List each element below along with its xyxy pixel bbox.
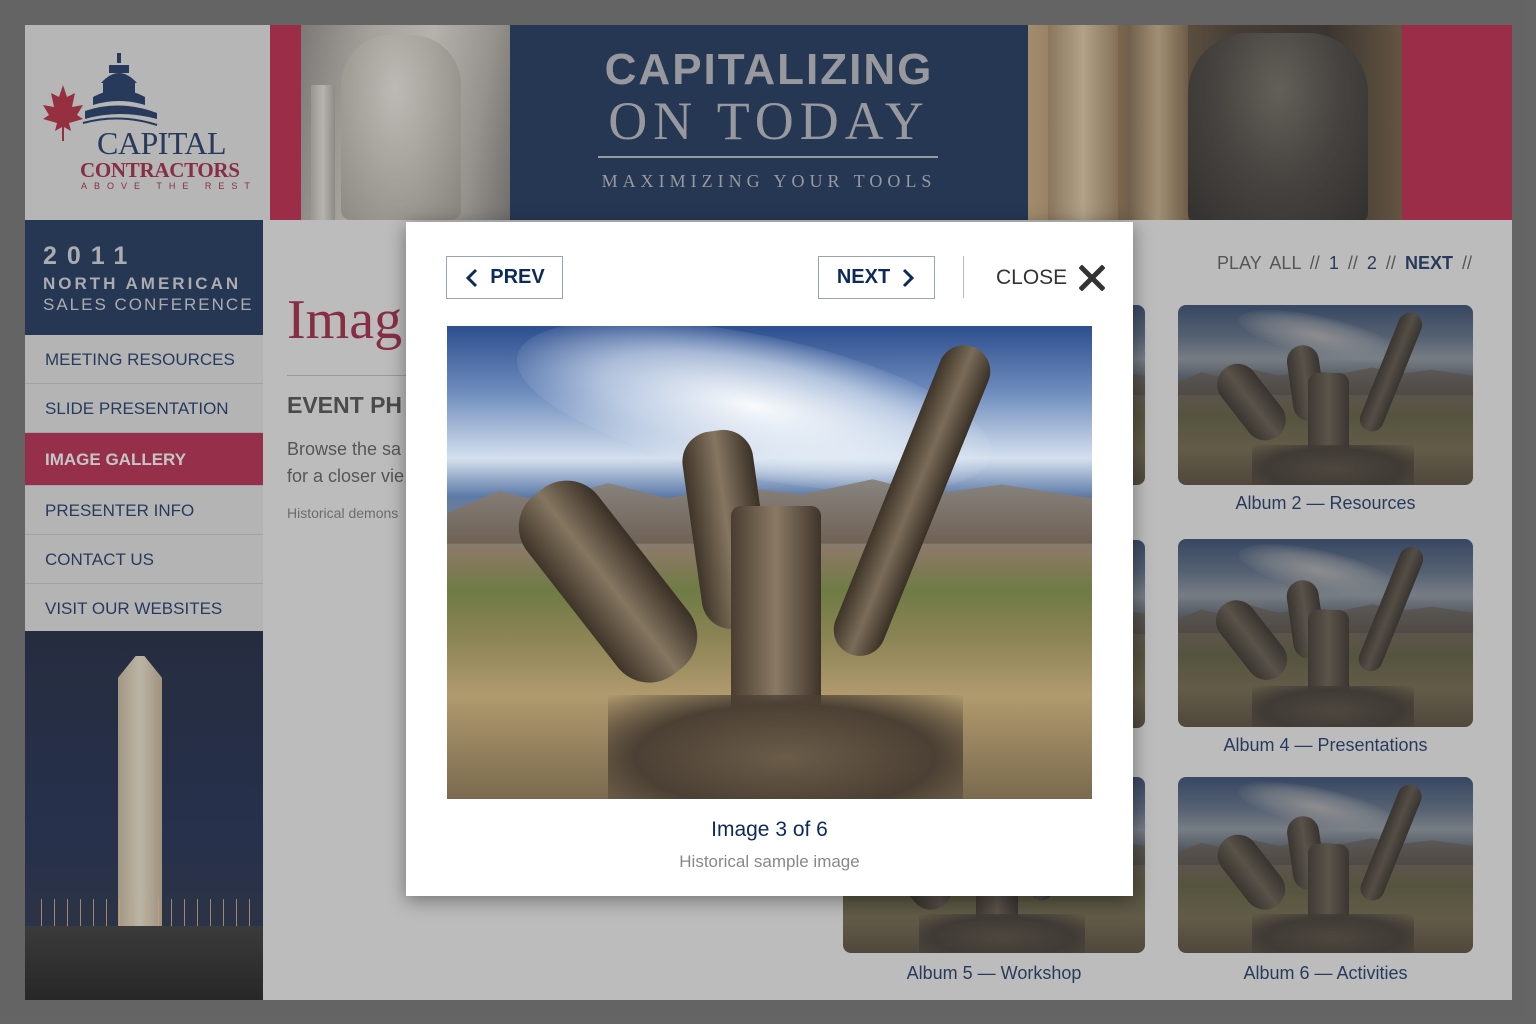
nav-item-image-gallery[interactable]: IMAGE GALLERY (25, 433, 263, 486)
note-text: Historical demons (287, 505, 399, 521)
banner-title-panel: CAPITALIZING ON TODAY MAXIMIZING YOUR TO… (510, 25, 1028, 220)
banner-subtitle: MAXIMIZING YOUR TOOLS (601, 171, 937, 191)
album-thumb-2[interactable]: Album 2 — Resources (1178, 305, 1473, 513)
banner-title-line2: ON TODAY (608, 91, 930, 151)
nav-item-contact-us[interactable]: CONTACT US (25, 535, 263, 584)
sidebar: 2011 NORTH AMERICAN SALES CONFERENCE MEE… (25, 220, 263, 1000)
album-caption-5[interactable]: Album 5 — Workshop (843, 963, 1145, 984)
conference-region: NORTH AMERICAN (43, 274, 242, 293)
pager-separator: // (1347, 253, 1358, 273)
page-2-link[interactable]: 2 (1367, 253, 1377, 273)
play-all-link[interactable]: PLAY ALL (1217, 253, 1301, 273)
chevron-left-icon (466, 268, 478, 287)
gallery-pager: PLAY ALL // 1 // 2 // NEXT // (1217, 253, 1472, 274)
washington-monument-image (25, 631, 263, 1000)
banner-title-line1: CAPITALIZING (604, 45, 934, 94)
close-button-label: CLOSE (996, 266, 1068, 289)
close-icon (1079, 265, 1106, 291)
album-caption-6[interactable]: Album 6 — Activities (1178, 963, 1473, 984)
album-caption-2[interactable]: Album 2 — Resources (1178, 493, 1473, 514)
pager-separator: // (1309, 253, 1320, 273)
prev-button-label: PREV (490, 266, 545, 288)
page-title: Imag (287, 289, 403, 351)
next-button[interactable]: NEXT (818, 256, 935, 299)
page-1-link[interactable]: 1 (1329, 253, 1339, 273)
washington-statue-image (1028, 25, 1402, 220)
logo-wordmark-capital: CAPITAL (97, 125, 227, 161)
nav-item-slide-presentation[interactable]: SLIDE PRESENTATION (25, 384, 263, 433)
logo[interactable]: CAPITAL CONTRACTORS ABOVE THE REST (25, 25, 270, 220)
pager-next-link[interactable]: NEXT (1405, 253, 1453, 273)
pager-separator: // (1385, 253, 1396, 273)
section-heading: EVENT PH (287, 392, 403, 418)
pager-separator: // (1461, 253, 1472, 273)
conference-year: 2011 (43, 242, 138, 270)
toolbar-divider (963, 256, 964, 298)
close-button[interactable]: CLOSE (996, 262, 1106, 294)
album-caption-4[interactable]: Album 4 — Presentations (1178, 735, 1473, 756)
banner-rule (598, 156, 938, 158)
nav-item-presenter-info[interactable]: PRESENTER INFO (25, 486, 263, 535)
conference-badge: 2011 NORTH AMERICAN SALES CONFERENCE (25, 220, 263, 335)
next-button-label: NEXT (836, 266, 891, 288)
nav-item-visit-our-websites[interactable]: VISIT OUR WEBSITES (25, 584, 263, 633)
album-thumb-4[interactable]: Album 4 — Presentations (1178, 539, 1473, 755)
lincoln-statue-image (301, 25, 510, 220)
chevron-right-icon (903, 268, 915, 287)
logo-wordmark-contractors: CONTRACTORS (80, 158, 240, 182)
prev-button[interactable]: PREV (446, 256, 563, 299)
header-banner: CAPITAL CONTRACTORS ABOVE THE REST CAPIT… (25, 25, 1512, 220)
conference-name: SALES CONFERENCE (43, 295, 254, 314)
logo-tagline: ABOVE THE REST (81, 181, 257, 191)
album-thumb-6[interactable]: Album 6 — Activities (1178, 777, 1473, 983)
image-counter: Image 3 of 6 (711, 818, 828, 841)
lightbox-modal: PREV NEXT CLOSE Image 3 of 6 Historical … (406, 222, 1133, 896)
gallery-image[interactable] (447, 326, 1092, 799)
sidebar-nav: MEETING RESOURCES SLIDE PRESENTATION IMA… (25, 335, 263, 633)
nav-item-meeting-resources[interactable]: MEETING RESOURCES (25, 335, 263, 384)
image-caption: Historical sample image (679, 852, 860, 871)
